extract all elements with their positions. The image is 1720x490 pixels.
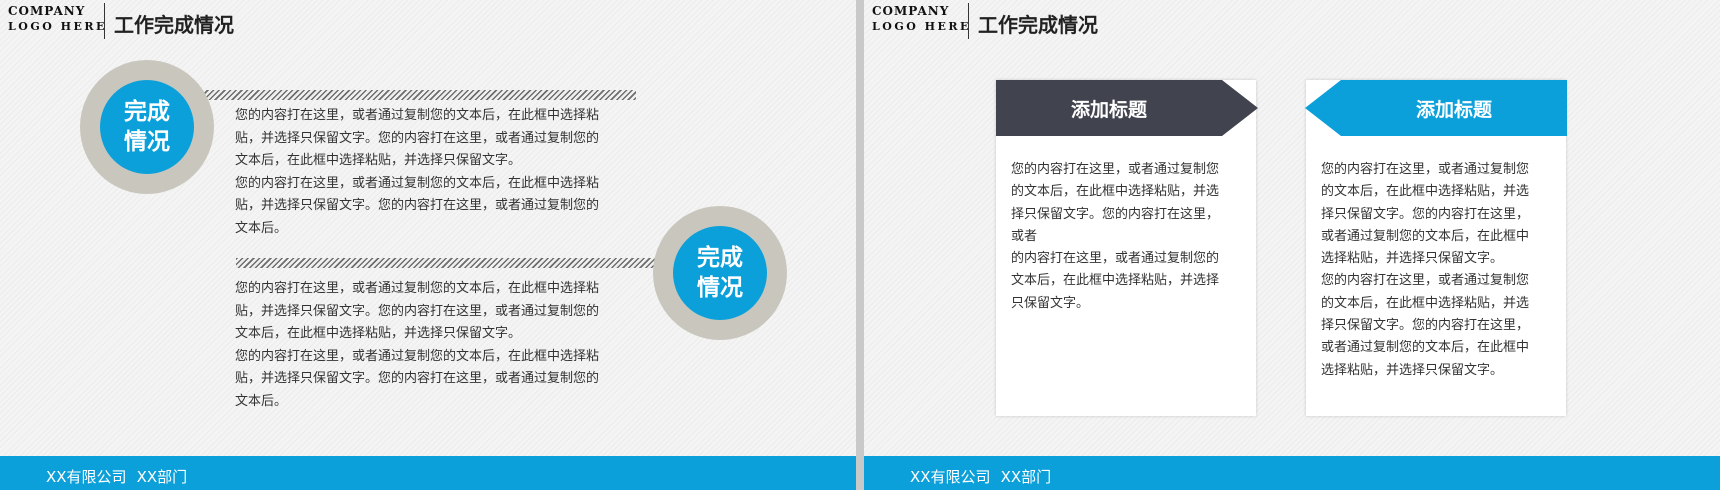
text-line: 只保留文字。: [1011, 295, 1090, 311]
text-line: 的内容打在这里，或者通过复制您的: [1011, 251, 1220, 267]
logo-line-2: LOGO HERE: [8, 20, 107, 33]
badge-bottom-inner: 完成 情况: [673, 226, 767, 320]
text-line: 贴，并选择只保留文字。您的内容打在这里，或者通过复制您的: [235, 198, 600, 213]
text-line: 的文本后，在此框中选择粘贴，并选: [1321, 184, 1530, 200]
header-divider: [968, 3, 969, 39]
text-line: 或者通过复制您的文本后，在此框中: [1321, 228, 1530, 244]
card-left-title: 添加标题: [1070, 98, 1147, 121]
hatch-divider-top: [190, 90, 636, 100]
text-line: 或者通过复制您的文本后，在此框中: [1321, 340, 1530, 356]
text-line: 择只保留文字。您的内容打在这里，: [1321, 206, 1530, 222]
text-line: 文本后，在此框中选择粘贴，并选择: [1011, 273, 1220, 289]
text-line: 贴，并选择只保留文字。您的内容打在这里，或者通过复制您的: [235, 371, 600, 386]
text-line: 贴，并选择只保留文字。您的内容打在这里，或者通过复制您的: [235, 130, 600, 146]
footer-company: XX有限公司: [910, 468, 991, 486]
page-title: 工作完成情况: [114, 13, 234, 37]
slide-footer: XX有限公司 XX部门: [864, 456, 1720, 490]
card-right-title: 添加标题: [1415, 98, 1492, 121]
text-line: 您的内容打在这里，或者通过复制您的文本后，在此框中选择粘: [235, 348, 600, 364]
slide-2: COMPANY LOGO HERE 工作完成情况 添加标题 您的内容打在这里，或…: [864, 0, 1720, 490]
slide-1: COMPANY LOGO HERE 工作完成情况 完成 情况 您的内容打在这里，…: [0, 0, 856, 490]
badge-top-inner: 完成 情况: [100, 80, 194, 174]
text-line: 的文本后，在此框中选择粘贴，并选: [1321, 295, 1530, 311]
badge-top: 完成 情况: [80, 60, 214, 194]
text-line: 您的内容打在这里，或者通过复制您: [1321, 162, 1530, 177]
text-line: 选择粘贴，并选择只保留文字。: [1321, 251, 1504, 267]
footer-text: XX有限公司 XX部门: [46, 466, 187, 487]
text-line: 您的内容打在这里，或者通过复制您的文本后，在此框中选择粘: [235, 175, 600, 191]
slide-footer: XX有限公司 XX部门: [0, 456, 856, 490]
logo-line-1: COMPANY: [8, 4, 86, 18]
badge-bottom-line2: 情况: [697, 275, 743, 301]
text-line: 贴，并选择只保留文字。您的内容打在这里，或者通过复制您的: [235, 303, 600, 319]
text-line: 您的内容打在这里，或者通过复制您的文本后，在此框中选择粘: [235, 108, 600, 123]
header-divider: [104, 3, 105, 39]
slide-header: COMPANY LOGO HERE 工作完成情况: [864, 0, 1720, 40]
text-line: 文本后。: [235, 393, 288, 409]
logo-line-1: COMPANY: [872, 4, 950, 18]
footer-text: XX有限公司 XX部门: [910, 466, 1051, 487]
logo-line-2: LOGO HERE: [872, 20, 971, 33]
text-line: 的文本后，在此框中选择粘贴，并选: [1011, 184, 1220, 200]
text-line: 择只保留文字。您的内容打在这里，: [1321, 318, 1530, 334]
text-line: 您的内容打在这里，或者通过复制您: [1321, 273, 1530, 289]
card-left-body: 您的内容打在这里，或者通过复制您 的文本后，在此框中选择粘贴，并选 择只保留文字…: [1011, 159, 1247, 315]
page-title: 工作完成情况: [978, 13, 1098, 37]
text-line: 文本后，在此框中选择粘贴，并选择只保留文字。: [235, 326, 522, 341]
slide-header: COMPANY LOGO HERE 工作完成情况: [0, 0, 856, 40]
text-line: 文本后，在此框中选择粘贴，并选择只保留文字。: [235, 153, 522, 168]
text-block-2: 您的内容打在这里，或者通过复制您的文本后，在此框中选择粘 贴，并选择只保留文字。…: [235, 278, 655, 413]
company-logo: COMPANY LOGO HERE: [872, 4, 971, 34]
badge-bottom: 完成 情况: [653, 206, 787, 340]
text-line: 您的内容打在这里，或者通过复制您的文本后，在此框中选择粘: [235, 281, 600, 296]
text-block-1: 您的内容打在这里，或者通过复制您的文本后，在此框中选择粘 贴，并选择只保留文字。…: [235, 105, 655, 240]
text-line: 选择粘贴，并选择只保留文字。: [1321, 362, 1504, 378]
footer-department: XX部门: [1000, 468, 1052, 486]
text-line: 或者: [1011, 228, 1038, 244]
company-logo: COMPANY LOGO HERE: [8, 4, 107, 34]
text-line: 文本后。: [235, 220, 288, 236]
hatch-divider-bottom: [236, 258, 666, 268]
card-right-body: 您的内容打在这里，或者通过复制您 的文本后，在此框中选择粘贴，并选 择只保留文字…: [1321, 159, 1557, 382]
text-line: 您的内容打在这里，或者通过复制您: [1011, 162, 1220, 177]
badge-top-line2: 情况: [124, 129, 170, 155]
badge-bottom-line1: 完成: [697, 245, 743, 271]
footer-company: XX有限公司: [46, 468, 127, 486]
text-line: 择只保留文字。您的内容打在这里，: [1011, 206, 1220, 222]
badge-top-line1: 完成: [124, 99, 170, 125]
footer-department: XX部门: [136, 468, 188, 486]
